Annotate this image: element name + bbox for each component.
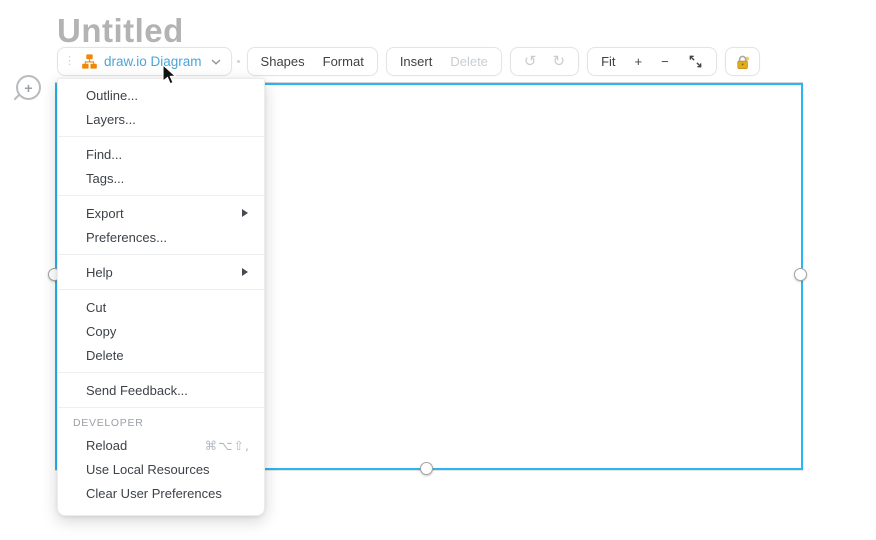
resize-handle-right[interactable] <box>794 268 807 281</box>
menu-item-reload[interactable]: Reload ⌘⌥⇧, <box>58 433 264 457</box>
submenu-arrow-icon <box>242 209 248 217</box>
submenu-arrow-icon <box>242 268 248 276</box>
menu-section-header: DEVELOPER <box>73 417 144 429</box>
menu-item-label: Cut <box>86 299 107 315</box>
shapes-button[interactable]: Shapes <box>261 55 305 68</box>
drag-grip-icon: ⋮ <box>64 55 75 67</box>
menu-item-label: Outline... <box>86 87 139 103</box>
diagram-menu-button[interactable]: ⋮ draw.io Diagram <box>57 47 232 76</box>
menu-item-preferences[interactable]: Preferences... <box>58 225 264 249</box>
menu-item-label: Tags... <box>86 170 125 186</box>
redo-icon[interactable]: ↻ <box>552 54 565 69</box>
menu-item-tags[interactable]: Tags... <box>58 166 264 190</box>
mouse-cursor-icon <box>162 64 177 85</box>
lock-group <box>724 47 760 76</box>
menu-group: DEVELOPER Reload ⌘⌥⇧, Use Local Resources Cl… <box>58 407 264 510</box>
zoom-badge-plus: + <box>24 79 33 96</box>
menu-item-label: Reload <box>86 437 128 453</box>
menu-item-label: Copy <box>86 323 117 339</box>
undo-icon[interactable]: ↺ <box>524 54 537 69</box>
toolbar-separator-dot <box>236 60 240 63</box>
menu-group: Outline... Layers... <box>58 79 264 136</box>
menu-item-export[interactable]: Export <box>58 201 264 225</box>
diagonal-arrows-icon <box>688 54 703 69</box>
reset-view-button[interactable] <box>688 54 703 69</box>
zoom-group: Fit + − <box>587 47 717 76</box>
menu-item-layers[interactable]: Layers... <box>58 107 264 131</box>
menu-item-copy[interactable]: Copy <box>58 319 264 343</box>
menu-item-delete[interactable]: Delete <box>58 343 264 367</box>
menu-item-label: Find... <box>86 146 123 162</box>
diagram-menu-label: draw.io Diagram <box>104 54 202 69</box>
zoom-in-magnifier-icon[interactable]: + <box>16 75 41 100</box>
menu-item-label: Help <box>86 264 113 280</box>
menu-item-label: Layers... <box>86 111 136 127</box>
diagram-dropdown-menu: Outline... Layers... Find... Tags... Export P… <box>57 78 265 516</box>
fit-button[interactable]: Fit <box>601 55 615 68</box>
menu-item-outline[interactable]: Outline... <box>58 83 264 107</box>
menu-item-label: Send Feedback... <box>86 382 188 398</box>
zoom-out-button[interactable]: − <box>661 55 669 68</box>
menu-item-find[interactable]: Find... <box>58 142 264 166</box>
menu-group: Cut Copy Delete <box>58 289 264 372</box>
lock-icon <box>734 54 751 70</box>
menu-group: Find... Tags... <box>58 136 264 195</box>
panel-toggle-group: Shapes Format <box>246 47 378 76</box>
menu-item-label: Preferences... <box>86 229 167 245</box>
menu-item-help[interactable]: Help <box>58 260 264 284</box>
resize-handle-bottom[interactable] <box>420 462 433 475</box>
drawio-logo-icon <box>82 54 97 69</box>
menu-item-use-local-resources[interactable]: Use Local Resources <box>58 457 264 481</box>
chevron-down-icon <box>211 58 221 65</box>
menu-item-clear-user-preferences[interactable]: Clear User Preferences <box>58 481 264 505</box>
menu-item-cut[interactable]: Cut <box>58 295 264 319</box>
menu-group: Export Preferences... <box>58 195 264 254</box>
history-group: ↺ ↻ <box>509 47 580 76</box>
menu-item-shortcut: ⌘⌥⇧, <box>204 437 250 453</box>
menu-item-label: Export <box>86 205 124 221</box>
menu-item-label: Delete <box>86 347 124 363</box>
menu-item-label: Use Local Resources <box>86 461 210 477</box>
page-title: Untitled <box>57 12 184 49</box>
menu-group: Send Feedback... <box>58 372 264 407</box>
menu-group: Help <box>58 254 264 289</box>
zoom-in-button[interactable]: + <box>635 55 643 68</box>
lock-button[interactable] <box>734 54 751 70</box>
delete-button[interactable]: Delete <box>450 55 488 68</box>
drawio-app-window: Untitled + ⋮ draw.io Diagram Shapes Form… <box>0 0 876 540</box>
menu-item-send-feedback[interactable]: Send Feedback... <box>58 378 264 402</box>
menu-item-label: Clear User Preferences <box>86 485 222 501</box>
format-button[interactable]: Format <box>323 55 364 68</box>
edit-group: Insert Delete <box>385 47 502 76</box>
insert-button[interactable]: Insert <box>400 55 433 68</box>
